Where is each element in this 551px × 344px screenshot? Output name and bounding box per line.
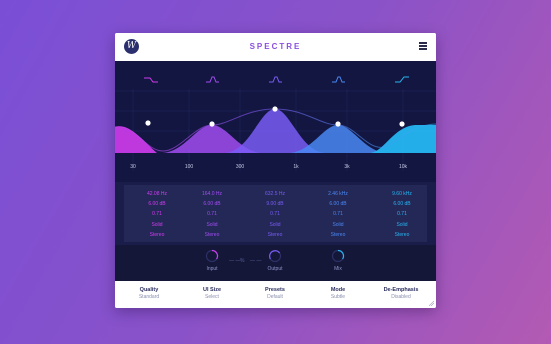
band-gain[interactable]: 6.00 dB xyxy=(308,199,368,209)
band-channel[interactable]: Stereo xyxy=(127,230,187,240)
footer-ui-size-label: UI Size xyxy=(202,287,222,293)
band-gain[interactable]: 6.00 dB xyxy=(372,199,432,209)
band-gain[interactable]: 6.00 dB xyxy=(182,199,242,209)
eq-graph: 30 100 300 1k 3k 10k xyxy=(115,76,436,171)
band-4-curve xyxy=(290,125,386,153)
footer-de-emphasis-value: Disabled xyxy=(391,294,411,300)
eq-display[interactable]: 30 100 300 1k 3k 10k xyxy=(115,61,436,182)
footer-de-emphasis[interactable]: De-Emphasis Disabled xyxy=(369,287,433,300)
freq-tick-label: 3k xyxy=(344,164,350,170)
footer-mode-label: Mode xyxy=(330,287,346,293)
band-frequency[interactable]: 164.0 Hz xyxy=(182,189,242,199)
hamburger-menu-icon[interactable] xyxy=(419,42,427,50)
freq-tick-label: 30 xyxy=(130,164,136,170)
band-frequency[interactable]: 42.08 Hz xyxy=(127,189,187,199)
band-1-curve xyxy=(115,126,157,153)
knob-section: Input — — % — — Output Mix xyxy=(115,245,436,281)
footer-presets-value: Default xyxy=(267,294,283,300)
input-knob[interactable] xyxy=(205,249,219,263)
footer-presets[interactable]: Presets Default xyxy=(243,287,307,300)
plugin-window: W SPECTRE 30 100 300 1k 3k 10k 42.08 Hz … xyxy=(115,33,436,308)
output-knob-label: Output xyxy=(267,266,283,272)
band-q[interactable]: 0.71 xyxy=(182,209,242,219)
high-pass-filter-icon[interactable] xyxy=(144,77,158,83)
footer-ui-size-value: Select xyxy=(205,294,219,300)
bell-filter-icon[interactable] xyxy=(332,76,345,83)
footer-presets-label: Presets xyxy=(265,287,285,293)
band-5-handle[interactable] xyxy=(399,121,405,127)
band-gain[interactable]: 9.00 dB xyxy=(245,199,305,209)
input-knob-label: Input xyxy=(206,266,218,272)
footer-mode-value: Subtle xyxy=(330,294,346,300)
band-mode[interactable]: Solid xyxy=(127,220,187,230)
band-q[interactable]: 0.71 xyxy=(127,209,187,219)
mix-knob-label: Mix xyxy=(334,266,342,272)
band-2-params: 164.0 Hz 6.00 dB 0.71 Solid Stereo xyxy=(182,189,242,240)
footer-bar: Quality Standard UI Size Select Presets … xyxy=(115,281,436,308)
knob-link-line: — — xyxy=(250,258,262,264)
header-bar: W SPECTRE xyxy=(115,33,436,61)
resize-grip-icon[interactable] xyxy=(428,300,434,306)
footer-quality-value: Standard xyxy=(138,294,160,300)
link-percent-icon[interactable]: % xyxy=(240,258,244,264)
band-channel[interactable]: Stereo xyxy=(182,230,242,240)
band-q[interactable]: 0.71 xyxy=(245,209,305,219)
bell-filter-icon[interactable] xyxy=(206,76,219,83)
freq-tick-label: 1k xyxy=(293,164,299,170)
knob-link-line: — — xyxy=(229,258,241,264)
freq-tick-label: 300 xyxy=(236,164,245,170)
app-title: SPECTRE xyxy=(249,42,302,51)
band-channel[interactable]: Stereo xyxy=(245,230,305,240)
band-q[interactable]: 0.71 xyxy=(372,209,432,219)
band-channel[interactable]: Stereo xyxy=(308,230,368,240)
freq-axis: 30 100 300 1k 3k 10k xyxy=(130,164,407,170)
band-mode[interactable]: Solid xyxy=(245,220,305,230)
footer-quality[interactable]: Quality Standard xyxy=(117,287,181,300)
footer-mode[interactable]: Mode Subtle xyxy=(306,287,370,300)
band-2-handle[interactable] xyxy=(209,121,215,127)
band-mode[interactable]: Solid xyxy=(182,220,242,230)
freq-tick-label: 100 xyxy=(185,164,194,170)
parameter-table: 42.08 Hz 6.00 dB 0.71 Solid Stereo 164.0… xyxy=(124,185,427,242)
band-channel[interactable]: Stereo xyxy=(372,230,432,240)
band-frequency[interactable]: 9.60 kHz xyxy=(372,189,432,199)
mix-knob[interactable] xyxy=(331,249,345,263)
band-5-curve xyxy=(370,125,436,153)
band-frequency[interactable]: 2.46 kHz xyxy=(308,189,368,199)
band-4-handle[interactable] xyxy=(335,121,341,127)
band-3-handle[interactable] xyxy=(272,106,278,112)
high-shelf-filter-icon[interactable] xyxy=(395,76,409,83)
output-knob[interactable] xyxy=(268,249,282,263)
freq-tick-label: 10k xyxy=(399,164,408,170)
band-1-handle[interactable] xyxy=(145,120,151,126)
band-gain[interactable]: 6.00 dB xyxy=(127,199,187,209)
band-5-params: 9.60 kHz 6.00 dB 0.71 Solid Stereo xyxy=(372,189,432,240)
band-mode[interactable]: Solid xyxy=(372,220,432,230)
band-1-params: 42.08 Hz 6.00 dB 0.71 Solid Stereo xyxy=(127,189,187,240)
band-4-params: 2.46 kHz 6.00 dB 0.71 Solid Stereo xyxy=(308,189,368,240)
footer-quality-label: Quality xyxy=(139,287,159,293)
band-frequency[interactable]: 632.5 Hz xyxy=(245,189,305,199)
band-filter-icons xyxy=(144,76,409,83)
band-mode[interactable]: Solid xyxy=(308,220,368,230)
band-3-params: 632.5 Hz 9.00 dB 0.71 Solid Stereo xyxy=(245,189,305,240)
footer-de-emphasis-label: De-Emphasis xyxy=(383,287,419,293)
band-q[interactable]: 0.71 xyxy=(308,209,368,219)
footer-ui-size[interactable]: UI Size Select xyxy=(180,287,244,300)
bell-filter-icon[interactable] xyxy=(269,76,282,83)
band-parameters-panel: 42.08 Hz 6.00 dB 0.71 Solid Stereo 164.0… xyxy=(115,182,436,245)
